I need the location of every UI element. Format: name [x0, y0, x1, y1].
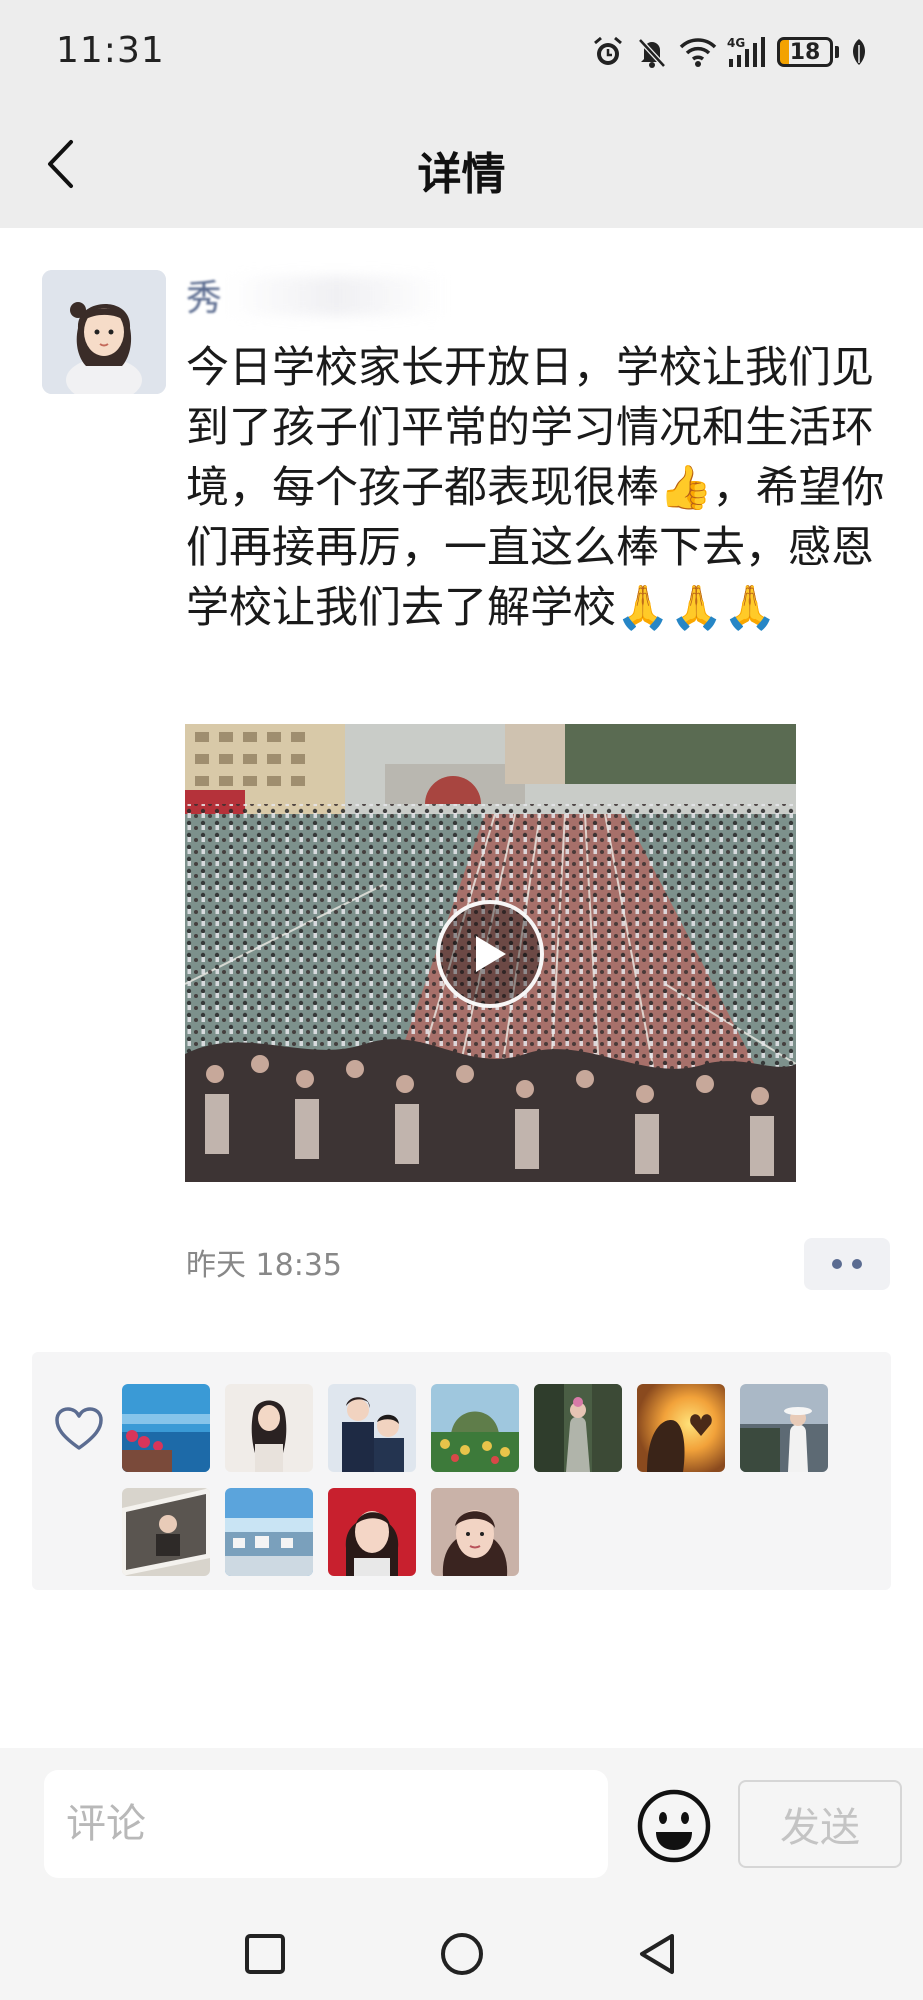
page-title: 详情: [417, 149, 506, 200]
recents-button[interactable]: [241, 1930, 289, 1978]
leaf-icon: [853, 39, 865, 65]
smiley-icon: [637, 1789, 711, 1863]
likes-panel: [32, 1352, 891, 1590]
avatar-illustration: [42, 270, 166, 394]
nav-bar: 详情: [0, 100, 923, 228]
username[interactable]: 秀: [186, 270, 446, 320]
battery-icon: 18: [777, 37, 839, 67]
more-dot-icon: [852, 1259, 862, 1269]
circle-icon: [441, 1933, 483, 1975]
more-actions-button[interactable]: [804, 1238, 890, 1290]
comment-input[interactable]: [44, 1770, 608, 1878]
status-time: 11:31: [56, 30, 165, 71]
square-icon: [245, 1934, 285, 1974]
liker-avatar[interactable]: [534, 1384, 622, 1472]
alarm-icon: [594, 36, 622, 65]
heart-icon: [55, 1407, 103, 1450]
liker-avatar[interactable]: [225, 1384, 313, 1472]
wifi-icon: [679, 38, 717, 67]
more-dot-icon: [832, 1259, 842, 1269]
liker-avatar[interactable]: [328, 1384, 416, 1472]
post-text: 今日学校家长开放日，学校让我们见到了孩子们平常的学习情况和生活环境，每个孩子都表…: [186, 343, 885, 633]
signal-4g-icon: 4G: [727, 36, 765, 67]
liker-avatar[interactable]: [122, 1384, 210, 1472]
battery-level: 18: [777, 37, 833, 67]
status-bar: 11:31 4G 18: [0, 0, 923, 100]
send-button[interactable]: 发送: [738, 1780, 902, 1868]
liker-avatar[interactable]: [328, 1488, 416, 1576]
liker-avatar[interactable]: [637, 1384, 725, 1472]
status-icons: 4G 18: [591, 34, 869, 70]
liker-avatar[interactable]: [225, 1488, 313, 1576]
mute-bell-icon: [638, 38, 666, 68]
comment-bar: 发送: [0, 1748, 923, 1908]
back-nav-button[interactable]: [634, 1930, 682, 1978]
avatar[interactable]: [42, 270, 166, 394]
liker-avatar[interactable]: [122, 1488, 210, 1576]
system-nav-bar: [0, 1908, 923, 2000]
play-button[interactable]: [436, 900, 544, 1008]
svg-text:4G: 4G: [727, 36, 745, 50]
home-button[interactable]: [438, 1930, 486, 1978]
username-text: 秀: [186, 278, 223, 319]
emoji-button[interactable]: [636, 1788, 712, 1864]
post-timestamp: 昨天 18:35: [186, 1248, 342, 1283]
play-icon: [476, 936, 506, 972]
liker-avatar[interactable]: [740, 1384, 828, 1472]
username-redaction: [226, 276, 446, 316]
liker-avatar[interactable]: [431, 1384, 519, 1472]
liker-avatar[interactable]: [431, 1488, 519, 1576]
triangle-back-icon: [640, 1934, 674, 1974]
video-thumbnail[interactable]: [185, 724, 796, 1182]
